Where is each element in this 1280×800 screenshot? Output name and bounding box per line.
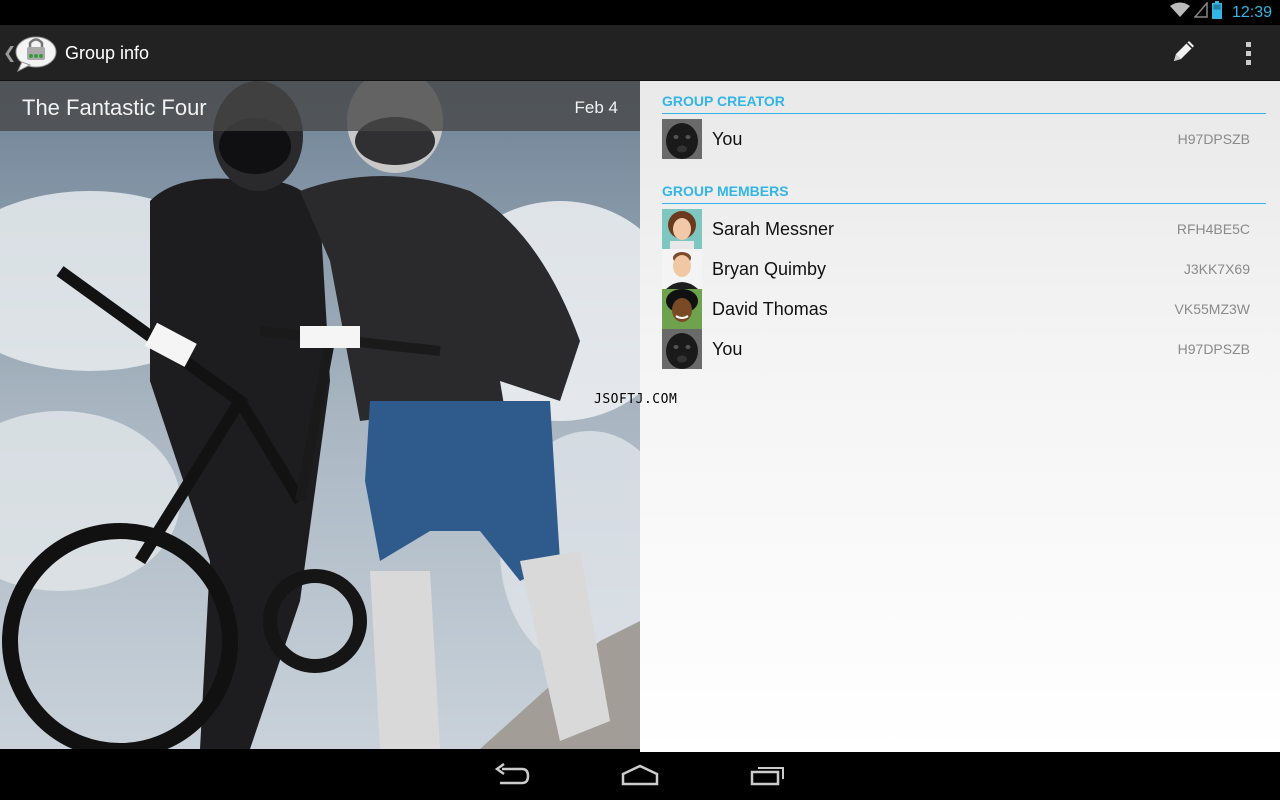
page-title: Group info [65, 43, 150, 63]
member-name: You [712, 129, 743, 149]
overflow-dot [1245, 50, 1251, 56]
overflow-dot [1245, 41, 1251, 47]
list-item[interactable]: You H97DPSZB [662, 119, 1266, 159]
action-bar: ❮ Group info [0, 25, 1280, 81]
member-name: You [712, 339, 743, 359]
battery-icon [1211, 1, 1222, 24]
group-members-header: GROUP MEMBERS [662, 180, 1266, 204]
clock-time: 12:39 [1231, 3, 1272, 21]
member-name: Bryan Quimby [712, 259, 827, 279]
edit-button[interactable] [1164, 35, 1204, 71]
navigation-bar [0, 752, 1280, 800]
recent-apps-icon [750, 764, 786, 791]
home-button[interactable] [610, 760, 670, 794]
member-id: H97DPSZB [1177, 131, 1250, 147]
group-date: Feb 4 [574, 98, 618, 117]
signal-icon [1193, 0, 1208, 23]
man-avatar [662, 249, 702, 289]
wifi-icon [1169, 2, 1190, 23]
status-bar: 12:39 [0, 0, 1280, 25]
list-item[interactable]: Bryan Quimby J3KK7X69 [662, 249, 1266, 289]
overflow-dot [1245, 59, 1251, 65]
back-button[interactable] [482, 760, 542, 794]
edit-icon [1170, 37, 1198, 70]
member-id: RFH4BE5C [1176, 221, 1250, 237]
woman-avatar [662, 209, 702, 249]
member-id: J3KK7X69 [1183, 261, 1250, 277]
watermark-text: JSOFTJ.COM [594, 392, 678, 407]
list-item[interactable]: You H97DPSZB [662, 329, 1266, 369]
bikers-photo-image [0, 81, 640, 749]
group-photo[interactable]: The Fantastic Four Feb 4 [0, 81, 640, 749]
section-header-label: GROUP CREATOR [662, 93, 785, 109]
status-icons: 12:39 [1169, 0, 1272, 24]
list-item[interactable]: Sarah Messner RFH4BE5C [662, 209, 1266, 249]
back-icon [494, 762, 530, 792]
recent-apps-button[interactable] [738, 760, 798, 794]
chat-lock-icon[interactable] [14, 34, 58, 73]
section-header-label: GROUP MEMBERS [662, 183, 789, 199]
member-id: VK55MZ3W [1174, 301, 1250, 317]
man-dark-avatar [662, 289, 702, 329]
dog-avatar [662, 119, 702, 159]
member-id: H97DPSZB [1177, 341, 1250, 357]
dog-avatar [662, 329, 702, 369]
home-icon [620, 764, 660, 791]
member-name: Sarah Messner [712, 219, 835, 239]
list-item[interactable]: David Thomas VK55MZ3W [662, 289, 1266, 329]
member-list-panel: GROUP CREATOR You H97DPSZB GROUP MEMBERS… [640, 81, 1280, 752]
group-title-overlay: The Fantastic Four Feb 4 [0, 81, 640, 131]
overflow-menu-button[interactable] [1232, 35, 1264, 71]
group-creator-header: GROUP CREATOR [662, 90, 1266, 114]
member-name: David Thomas [712, 299, 828, 319]
group-name: The Fantastic Four [22, 95, 207, 120]
